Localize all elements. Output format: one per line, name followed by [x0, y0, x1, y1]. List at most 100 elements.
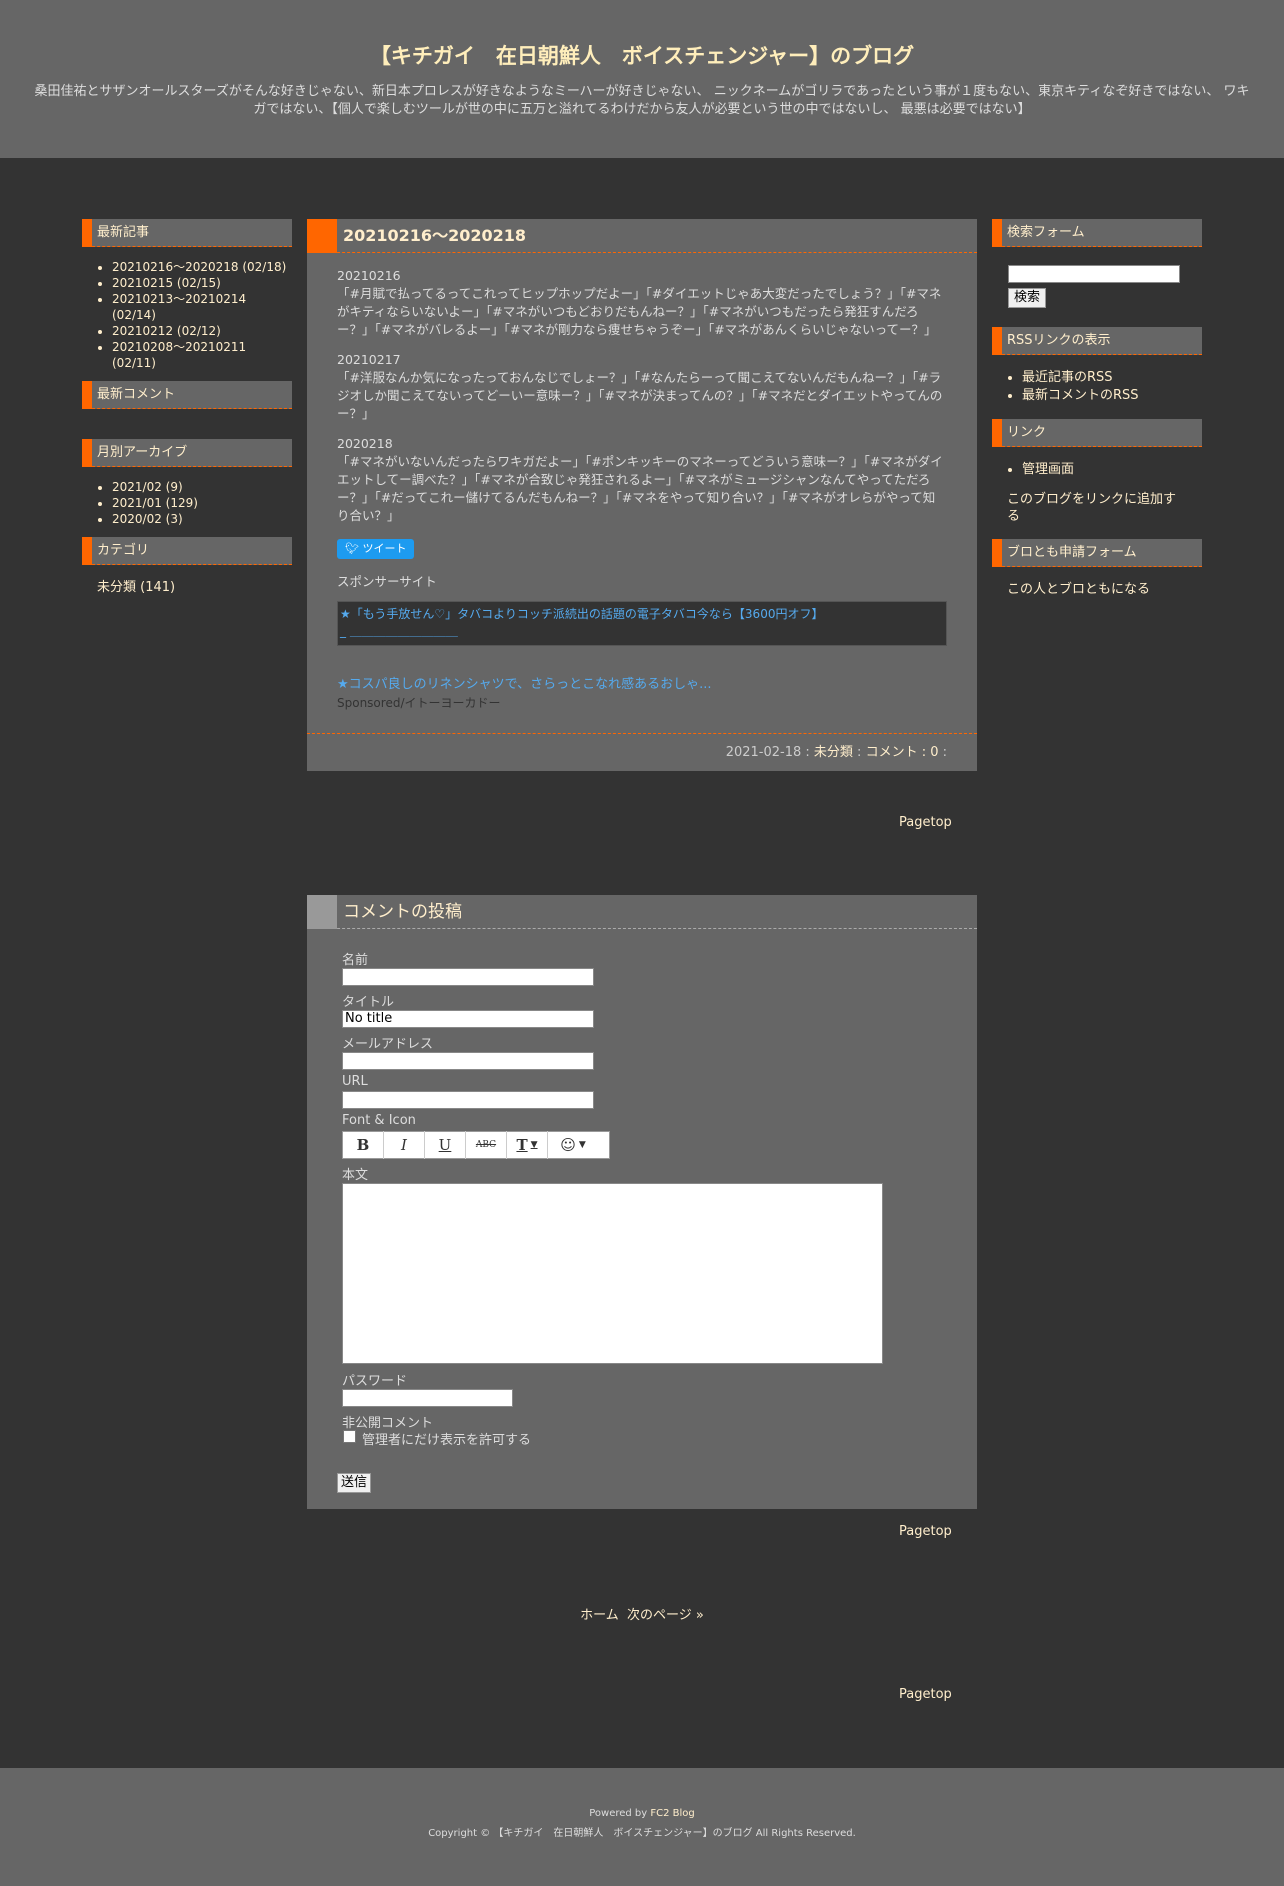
sponsor-ad2-link[interactable]: ★コスパ良しのリネンシャツで、さらっとこなれ感あるおしゃ...	[337, 677, 712, 692]
search-block: 検索フォーム 検索	[992, 219, 1202, 327]
archive-title: 月別アーカイブ	[82, 439, 292, 467]
title-field[interactable]: No title	[342, 1010, 594, 1028]
pagetop-link[interactable]: Pagetop	[899, 815, 952, 830]
blog-entry: 20210216～2020218 20210216 「#月賦で払ってるってこれっ…	[307, 219, 977, 771]
recent-entries-block: 最新記事 20210216～2020218 (02/18) 20210215 (…	[82, 219, 292, 381]
sponsor-ad2-sub: Sponsored/イトーヨーカドー	[337, 696, 501, 710]
twitter-bird-icon: 🐦︎	[345, 542, 363, 555]
format-toolbar: B I U ABC T ▼ ☺ ▼	[342, 1131, 610, 1159]
archive-link[interactable]: 2020/02 (3)	[112, 511, 292, 527]
url-field[interactable]	[342, 1091, 594, 1109]
next-page-link[interactable]: 次のページ »	[627, 1608, 704, 1623]
blog-header: 【キチガイ 在日朝鮮人 ボイスチェンジャー】のブログ 桑田佳祐とサザンオールスタ…	[0, 0, 1284, 158]
bold-icon[interactable]: B	[343, 1131, 384, 1159]
entry-footer: 2021-02-18 : 未分類 : コメント : 0 :	[307, 733, 977, 771]
text-color-icon[interactable]: T ▼	[507, 1131, 548, 1159]
links-block: リンク 管理画面 このブログをリンクに追加する	[992, 419, 1202, 539]
entry-title[interactable]: 20210216～2020218	[307, 219, 977, 253]
home-link[interactable]: ホーム	[580, 1608, 619, 1623]
blog-title[interactable]: 【キチガイ 在日朝鮮人 ボイスチェンジャー】のブログ	[0, 40, 1284, 70]
rss-title: RSSリンクの表示	[992, 327, 1202, 355]
rss-block: RSSリンクの表示 最近記事のRSS 最新コメントのRSS	[992, 327, 1202, 419]
powered-by: Powered by FC2 Blog	[0, 1808, 1284, 1819]
friend-block: ブロとも申請フォーム この人とブロともになる	[992, 539, 1202, 608]
entry-paragraph: 20210217 「#洋服なんか気になったっておんなじでしょー？」「#なんたらー…	[337, 351, 947, 423]
blog-description: 桑田佳祐とサザンオールスターズがそんな好きじゃない、新日本プロレスが好きなような…	[34, 84, 1250, 117]
search-button[interactable]: 検索	[1008, 288, 1047, 308]
url-label: URL	[342, 1074, 368, 1089]
body-label: 本文	[342, 1168, 369, 1183]
friend-link[interactable]: この人とブロともになる	[992, 567, 1202, 608]
recent-entry-link[interactable]: 20210216～2020218 (02/18)	[112, 259, 292, 275]
sponsor-label: スポンサーサイト	[337, 574, 437, 589]
private-checkbox-label: 管理者にだけ表示を許可する	[362, 1433, 532, 1448]
search-title: 検索フォーム	[992, 219, 1202, 247]
private-checkbox[interactable]	[343, 1430, 356, 1443]
recent-entry-link[interactable]: 20210208～20210211 (02/11)	[112, 339, 292, 371]
password-field[interactable]	[342, 1389, 513, 1407]
emoji-icon[interactable]: ☺ ▼	[548, 1131, 598, 1159]
password-label: パスワード	[342, 1374, 408, 1389]
pager: ホーム 次のページ »	[0, 1604, 1284, 1623]
entry-foot-separator: :	[852, 745, 866, 760]
recent-comments-block: 最新コメント	[82, 381, 292, 439]
comment-body-field[interactable]	[342, 1183, 883, 1364]
archive-link[interactable]: 2021/02 (9)	[112, 479, 292, 495]
tweet-label: ツイート	[362, 542, 407, 555]
recent-entry-link[interactable]: 20210212 (02/12)	[112, 323, 292, 339]
entry-body: 20210216 「#月賦で払ってるってこれってヒップホップだよー」「#ダイエッ…	[307, 253, 977, 733]
sponsor-ad-link[interactable]: ★「もう手放せん♡」タバコよりコッチ派続出の話題の電子タバコ今なら【3600円オ…	[340, 607, 823, 621]
comment-form: コメントの投稿 名前 タイトル No title メールアドレス URL Fon…	[307, 895, 977, 1509]
category-block: カテゴリ 未分類 (141)	[82, 537, 292, 606]
name-field[interactable]	[342, 968, 594, 986]
entry-date-heading: 20210217	[337, 352, 401, 367]
entry-category-link[interactable]: 未分類	[814, 745, 853, 760]
recent-entry-link[interactable]: 20210213～20210214 (02/14)	[112, 291, 292, 323]
entry-comment-link[interactable]: コメント : 0	[866, 745, 939, 760]
entry-paragraph: 20210216 「#月賦で払ってるってこれってヒップホップだよー」「#ダイエッ…	[337, 267, 947, 339]
left-sidebar: 最新記事 20210216～2020218 (02/18) 20210215 (…	[82, 219, 292, 606]
italic-icon[interactable]: I	[384, 1131, 425, 1159]
entry-paragraph: 2020218 「#マネがいないんだったらワキガだよー」「#ポンキッキーのマネー…	[337, 435, 947, 525]
search-input[interactable]	[1008, 265, 1180, 283]
name-label: 名前	[342, 953, 369, 968]
rss-link[interactable]: 最近記事のRSS	[1022, 369, 1202, 387]
entry-date-heading: 20210216	[337, 268, 401, 283]
category-title: カテゴリ	[82, 537, 292, 565]
entry-text: 「#洋服なんか気になったっておんなじでしょー？」「#なんたらーって聞こえてないん…	[337, 370, 943, 421]
comment-form-title: コメントの投稿	[307, 895, 977, 929]
entry-foot-end: :	[938, 745, 947, 760]
sponsor-ad-box: ★「もう手放せん♡」タバコよりコッチ派続出の話題の電子タバコ今なら【3600円オ…	[337, 601, 947, 646]
sponsor-ad-underline[interactable]: _ ＿＿＿＿＿＿＿＿＿	[340, 624, 458, 638]
strikethrough-icon[interactable]: ABC	[466, 1131, 507, 1159]
email-field[interactable]	[342, 1052, 594, 1070]
entry-text: 「#月賦で払ってるってこれってヒップホップだよー」「#ダイエットじゃあ大変だった…	[337, 286, 942, 337]
tweet-button[interactable]: 🐦︎ ツイート	[337, 539, 415, 559]
site-footer: Powered by FC2 Blog Copyright © 【キチガイ 在日…	[0, 1768, 1284, 1886]
archive-link[interactable]: 2021/01 (129)	[112, 495, 292, 511]
recent-entries-title: 最新記事	[82, 219, 292, 247]
category-link[interactable]: 未分類 (141)	[82, 565, 292, 606]
pagetop-link[interactable]: Pagetop	[899, 1524, 952, 1539]
underline-icon[interactable]: U	[425, 1131, 466, 1159]
recent-comments-title: 最新コメント	[82, 381, 292, 409]
title-label: タイトル	[342, 995, 395, 1010]
email-label: メールアドレス	[342, 1037, 434, 1052]
fc2-blog-link[interactable]: FC2 Blog	[650, 1808, 694, 1819]
recent-entry-link[interactable]: 20210215 (02/15)	[112, 275, 292, 291]
links-title: リンク	[992, 419, 1202, 447]
entry-text: 「#マネがいないんだったらワキガだよー」「#ポンキッキーのマネーってどういう意味…	[337, 454, 943, 523]
font-icon-label: Font & Icon	[342, 1113, 416, 1128]
entry-date: 2021-02-18 :	[725, 745, 814, 760]
rss-link[interactable]: 最新コメントのRSS	[1022, 387, 1202, 405]
admin-link[interactable]: 管理画面	[1022, 461, 1202, 479]
entry-date-heading: 2020218	[337, 436, 393, 451]
add-link-link[interactable]: このブログをリンクに追加する	[992, 485, 1202, 539]
powered-prefix: Powered by	[589, 1808, 651, 1819]
friend-title: ブロとも申請フォーム	[992, 539, 1202, 567]
pagetop-link[interactable]: Pagetop	[899, 1687, 952, 1702]
archive-block: 月別アーカイブ 2021/02 (9) 2021/01 (129) 2020/0…	[82, 439, 292, 537]
submit-button[interactable]: 送信	[337, 1473, 372, 1493]
sponsor-ad2: ★コスパ良しのリネンシャツで、さらっとこなれ感あるおしゃ... Sponsore…	[337, 676, 947, 713]
right-sidebar: 検索フォーム 検索 RSSリンクの表示 最近記事のRSS 最新コメントのRSS …	[992, 219, 1202, 608]
